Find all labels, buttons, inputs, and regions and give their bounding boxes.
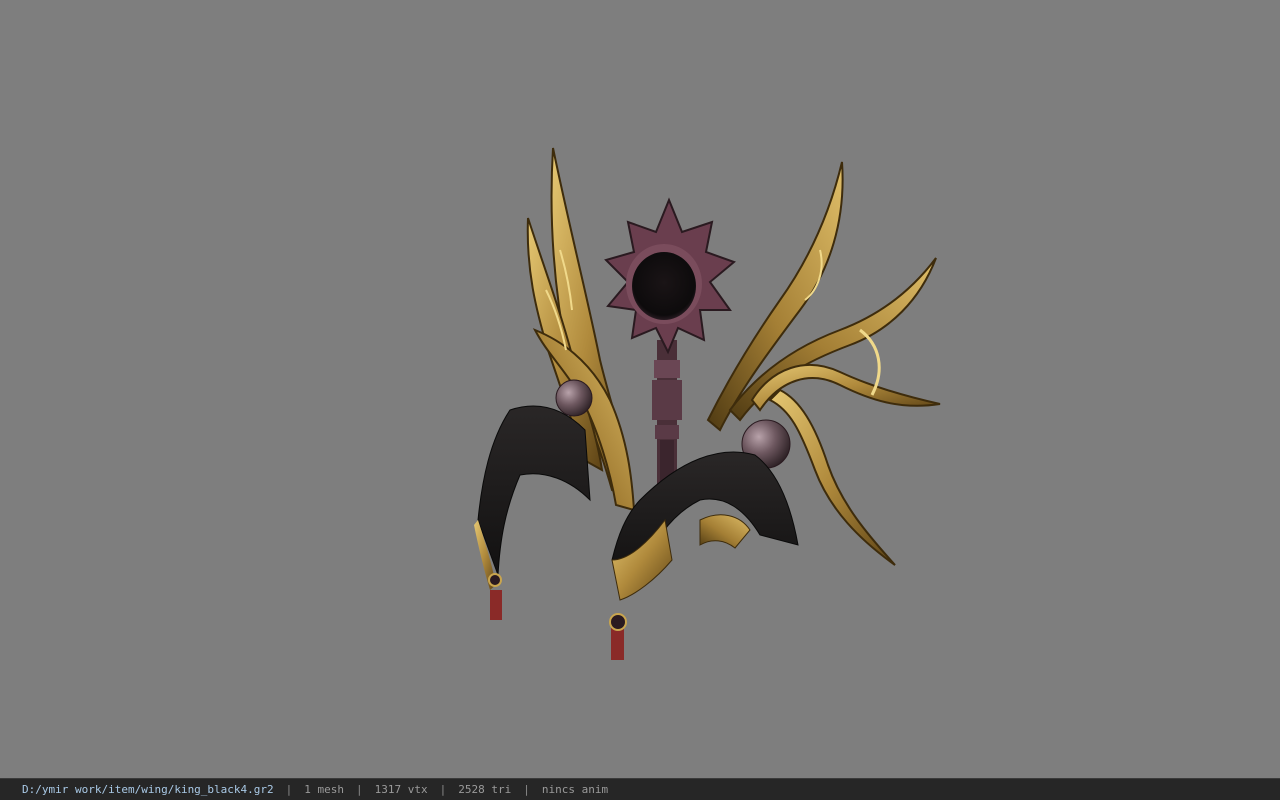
left-ribbon [474,405,591,620]
animation-status: nincs anim [541,783,609,796]
triangle-count: 2528 tri [458,783,512,796]
sun-ornament [604,197,736,355]
separator: | [285,783,293,796]
wing-model [474,147,941,660]
mesh-count: 1 mesh [304,783,345,796]
separator: | [356,783,363,796]
right-ribbon [609,451,799,660]
separator: | [439,783,447,796]
3d-viewport[interactable] [0,0,1280,778]
file-path: D:/ymir work/item/wing/king_black4.gr2 [22,783,274,796]
vertex-count: 1317 vtx [374,783,428,796]
status-bar: D:/ymir work/item/wing/king_black4.gr2 |… [0,778,1280,800]
separator: | [523,783,530,796]
